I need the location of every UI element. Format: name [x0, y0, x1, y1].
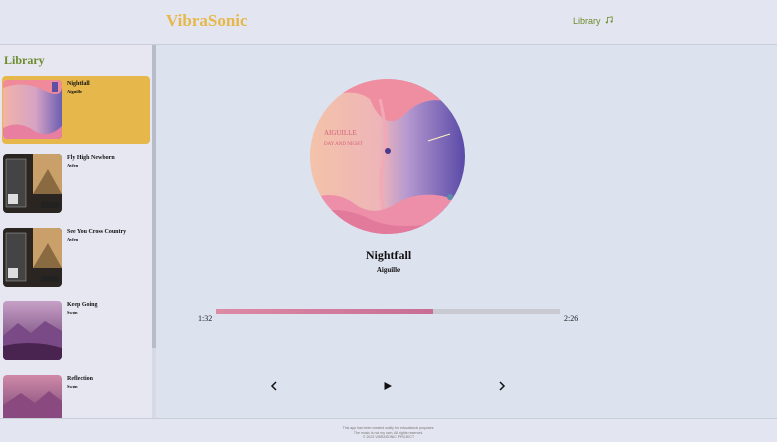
current-time: 1:32 [198, 314, 213, 323]
track-title: Reflection [67, 376, 93, 382]
track-artist: Aiguille [67, 89, 83, 94]
progress-bar[interactable] [216, 309, 560, 314]
track-title: Fly High Newborn [67, 155, 115, 161]
next-button[interactable] [494, 379, 510, 395]
track-artist: Swøn [67, 384, 78, 389]
now-playing-title: Nightfall [365, 248, 412, 262]
play-button[interactable] [380, 379, 396, 395]
track-item-reflection[interactable]: Reflection Swøn [2, 371, 150, 418]
track-title: See You Cross Country [67, 229, 127, 235]
album-art-text: AIGUILLE [324, 129, 357, 137]
album-thumbnail [3, 301, 62, 360]
footer-copyright: © 2023 VIBRASONIC PROJECT [362, 435, 415, 439]
app-header: VibraSonic Library [0, 0, 777, 45]
library-sidebar: Library Nightfall Aiguille Fly High Newb… [0, 45, 152, 418]
album-art: AIGUILLE DAY AND NIGHT [310, 79, 465, 234]
track-item-see-you-cross-country[interactable]: See You Cross Country Avfen [2, 224, 150, 292]
app-footer: This app has been created solely for edu… [0, 418, 777, 442]
footer-disclaimer: This app has been created solely for edu… [342, 426, 435, 430]
track-artist: Avfen [67, 237, 79, 242]
album-thumbnail [3, 228, 62, 287]
track-title: Keep Going [67, 302, 98, 308]
chevron-right-icon [498, 378, 506, 396]
nav-library-link[interactable]: Library [573, 16, 613, 26]
track-title: Nightfall [67, 81, 90, 87]
brand-logo[interactable]: VibraSonic [166, 11, 248, 31]
track-artist: Avfen [67, 163, 79, 168]
player-panel: AIGUILLE DAY AND NIGHT Nightfall Aiguill… [156, 45, 777, 418]
duration-time: 2:26 [564, 314, 579, 323]
progress-fill [216, 309, 433, 314]
chevron-left-icon [270, 378, 278, 396]
track-item-fly-high-newborn[interactable]: Fly High Newborn Avfen [2, 150, 150, 218]
album-art-subtext: DAY AND NIGHT [324, 142, 363, 147]
music-note-icon [605, 16, 613, 26]
nav-library-label: Library [573, 16, 601, 26]
sidebar-title: Library [4, 53, 45, 67]
now-playing-artist: Aiguille [376, 266, 401, 274]
album-thumbnail [3, 375, 62, 418]
track-item-nightfall[interactable]: Nightfall Aiguille [2, 76, 150, 144]
track-artist: Swøn [67, 310, 78, 315]
play-icon [383, 378, 393, 396]
previous-button[interactable] [266, 379, 282, 395]
album-thumbnail [3, 154, 62, 213]
track-item-keep-going[interactable]: Keep Going Swøn [2, 297, 150, 365]
album-thumbnail [3, 80, 62, 139]
